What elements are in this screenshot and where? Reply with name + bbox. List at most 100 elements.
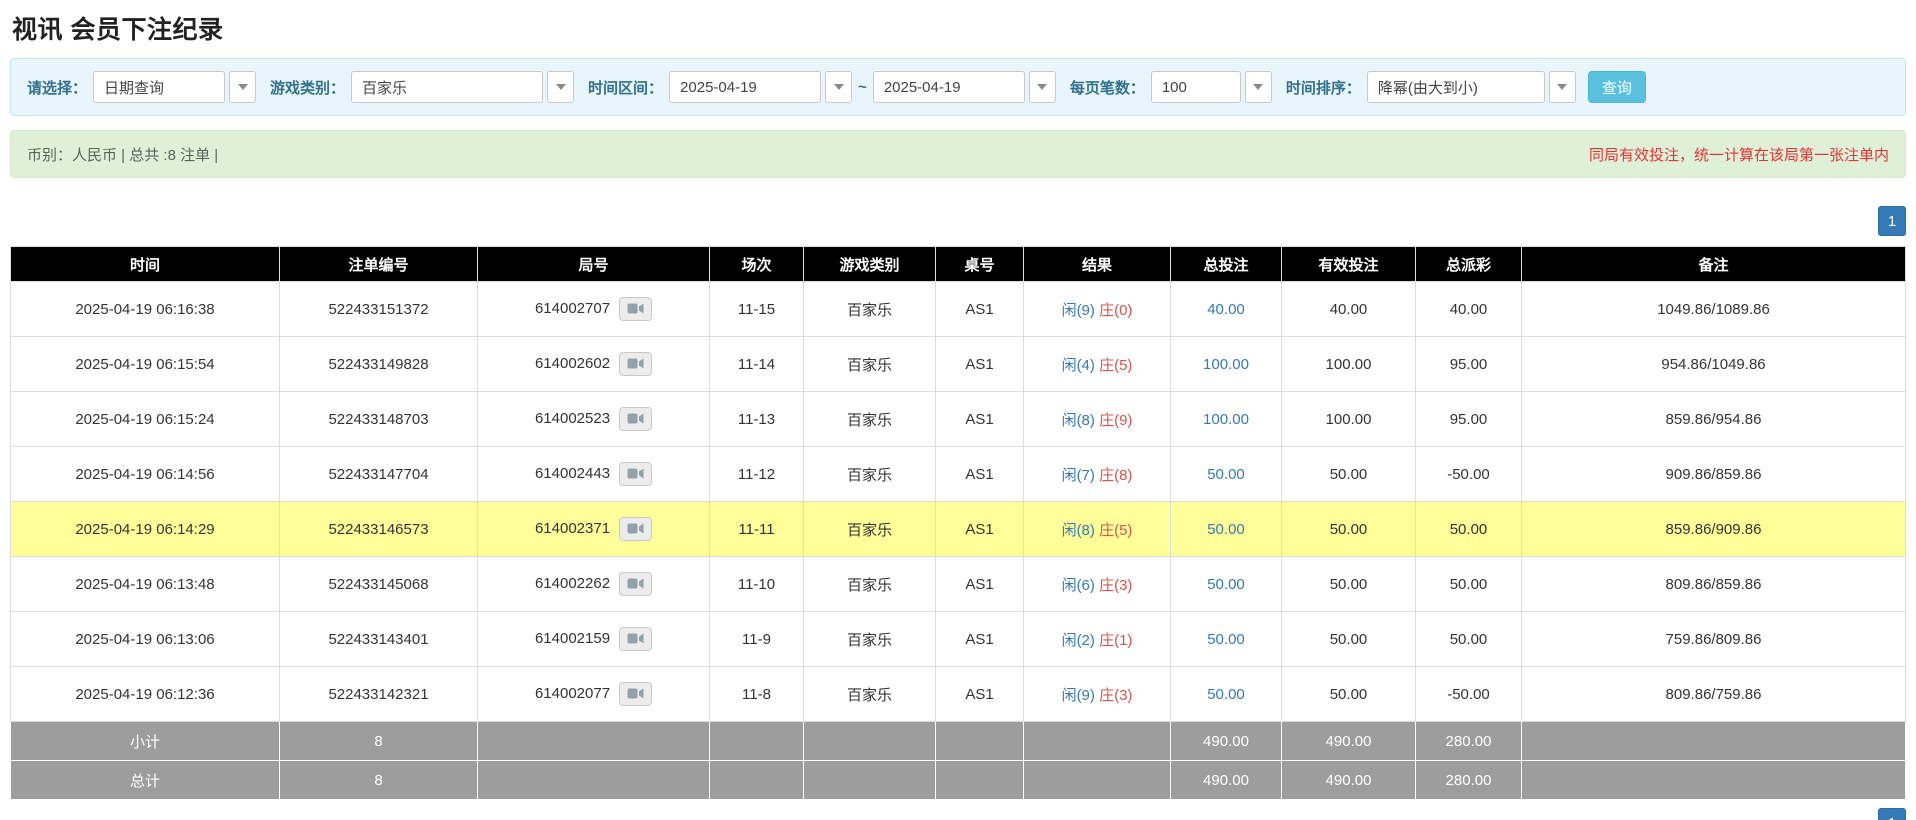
time-sort-value[interactable]: 降幂(由大到小) <box>1367 71 1545 103</box>
video-replay-button[interactable] <box>619 517 652 540</box>
total-bet-link[interactable]: 100.00 <box>1203 411 1249 428</box>
result-banker: 庄(5) <box>1099 357 1132 374</box>
cell-session: 11-13 <box>710 392 804 447</box>
result-banker: 庄(3) <box>1099 577 1132 594</box>
cell-payout: 50.00 <box>1416 612 1522 667</box>
video-replay-button[interactable] <box>619 627 652 650</box>
cell-game: 百家乐 <box>804 667 936 722</box>
date-from-caret-button[interactable] <box>825 71 852 103</box>
summary-currency-total: 币别：人民币 | 总共 :8 注单 | <box>27 144 218 165</box>
column-header: 总投注 <box>1171 247 1282 282</box>
total-bet-link[interactable]: 50.00 <box>1207 631 1245 648</box>
footer-round <box>478 761 710 800</box>
cell-result: 闲(9) 庄(3) <box>1024 667 1171 722</box>
table-footer-row: 小计8490.00490.00280.00 <box>11 722 1906 761</box>
time-range-label: 时间区间： <box>588 77 663 98</box>
cell-remark: 859.86/909.86 <box>1522 502 1906 557</box>
result-player: 闲(8) <box>1062 522 1095 539</box>
cell-game: 百家乐 <box>804 612 936 667</box>
cell-result: 闲(8) 庄(9) <box>1024 392 1171 447</box>
cell-bet-id: 522433145068 <box>280 557 478 612</box>
page: 视讯 会员下注纪录 请选择： 日期查询 游戏类别： 百家乐 时间区间： 2025… <box>0 0 1916 820</box>
total-bet-link[interactable]: 50.00 <box>1207 521 1245 538</box>
table-row: 2025-04-19 06:14:56522433147704614002443… <box>11 447 1906 502</box>
result-player: 闲(9) <box>1062 687 1095 704</box>
cell-total-bet: 50.00 <box>1171 612 1282 667</box>
search-button[interactable]: 查询 <box>1588 71 1646 103</box>
cell-game: 百家乐 <box>804 392 936 447</box>
per-page-value[interactable]: 100 <box>1151 71 1241 103</box>
round-number: 614002077 <box>535 686 610 703</box>
footer-label: 小计 <box>11 722 280 761</box>
cell-session: 11-11 <box>710 502 804 557</box>
date-to-caret-button[interactable] <box>1029 71 1056 103</box>
cell-session: 11-8 <box>710 667 804 722</box>
date-to-value[interactable]: 2025-04-19 <box>873 71 1025 103</box>
video-camera-icon <box>627 413 644 428</box>
chevron-down-icon <box>1037 84 1047 90</box>
cell-result: 闲(9) 庄(0) <box>1024 282 1171 337</box>
total-bet-link[interactable]: 40.00 <box>1207 301 1245 318</box>
cell-round: 614002159 <box>478 612 710 667</box>
cell-table: AS1 <box>936 392 1024 447</box>
cell-session: 11-9 <box>710 612 804 667</box>
cell-game: 百家乐 <box>804 447 936 502</box>
time-sort-label: 时间排序： <box>1286 77 1361 98</box>
cell-valid-bet: 50.00 <box>1282 667 1416 722</box>
footer-count: 8 <box>280 722 478 761</box>
pagination-bottom: 1 <box>10 808 1906 820</box>
date-from-combo: 2025-04-19 <box>669 71 852 103</box>
result-player: 闲(7) <box>1062 467 1095 484</box>
summary-notice: 同局有效投注，统一计算在该局第一张注单内 <box>1589 144 1889 165</box>
result-banker: 庄(0) <box>1099 302 1132 319</box>
cell-result: 闲(2) 庄(1) <box>1024 612 1171 667</box>
footer-session <box>710 761 804 800</box>
summary-bar: 币别：人民币 | 总共 :8 注单 | 同局有效投注，统一计算在该局第一张注单内 <box>10 130 1906 178</box>
video-replay-button[interactable] <box>619 682 652 705</box>
cell-payout: 40.00 <box>1416 282 1522 337</box>
time-sort-caret-button[interactable] <box>1549 71 1576 103</box>
select-type-label: 请选择： <box>27 77 87 98</box>
page-button-1[interactable]: 1 <box>1878 808 1906 820</box>
select-type-combo: 日期查询 <box>93 71 256 103</box>
select-type-caret-button[interactable] <box>229 71 256 103</box>
per-page-caret-button[interactable] <box>1245 71 1272 103</box>
cell-bet-id: 522433146573 <box>280 502 478 557</box>
total-bet-link[interactable]: 100.00 <box>1203 356 1249 373</box>
cell-round: 614002602 <box>478 337 710 392</box>
records-table: 时间注单编号局号场次游戏类别桌号结果总投注有效投注总派彩备注 2025-04-1… <box>10 246 1906 800</box>
cell-total-bet: 100.00 <box>1171 392 1282 447</box>
result-banker: 庄(8) <box>1099 467 1132 484</box>
cell-payout: 95.00 <box>1416 392 1522 447</box>
page-button-1[interactable]: 1 <box>1878 206 1906 236</box>
video-replay-button[interactable] <box>619 462 652 485</box>
video-replay-button[interactable] <box>619 297 652 320</box>
video-replay-button[interactable] <box>619 407 652 430</box>
cell-bet-id: 522433143401 <box>280 612 478 667</box>
video-replay-button[interactable] <box>619 572 652 595</box>
result-banker: 庄(9) <box>1099 412 1132 429</box>
total-bet-link[interactable]: 50.00 <box>1207 686 1245 703</box>
game-type-label: 游戏类别： <box>270 77 345 98</box>
footer-total-bet: 490.00 <box>1171 761 1282 800</box>
cell-round: 614002707 <box>478 282 710 337</box>
cell-valid-bet: 100.00 <box>1282 392 1416 447</box>
per-page-label: 每页笔数： <box>1070 77 1145 98</box>
page-title: 视讯 会员下注纪录 <box>10 0 1906 58</box>
total-bet-link[interactable]: 50.00 <box>1207 576 1245 593</box>
result-banker: 庄(5) <box>1099 522 1132 539</box>
round-number: 614002602 <box>535 356 610 373</box>
total-bet-link[interactable]: 50.00 <box>1207 466 1245 483</box>
footer-payout: 280.00 <box>1416 722 1522 761</box>
video-replay-button[interactable] <box>619 352 652 375</box>
cell-table: AS1 <box>936 667 1024 722</box>
cell-session: 11-14 <box>710 337 804 392</box>
game-type-value[interactable]: 百家乐 <box>351 71 543 103</box>
chevron-down-icon <box>556 84 566 90</box>
cell-remark: 809.86/859.86 <box>1522 557 1906 612</box>
select-type-value[interactable]: 日期查询 <box>93 71 225 103</box>
cell-round: 614002371 <box>478 502 710 557</box>
date-from-value[interactable]: 2025-04-19 <box>669 71 821 103</box>
cell-bet-id: 522433148703 <box>280 392 478 447</box>
game-type-caret-button[interactable] <box>547 71 574 103</box>
